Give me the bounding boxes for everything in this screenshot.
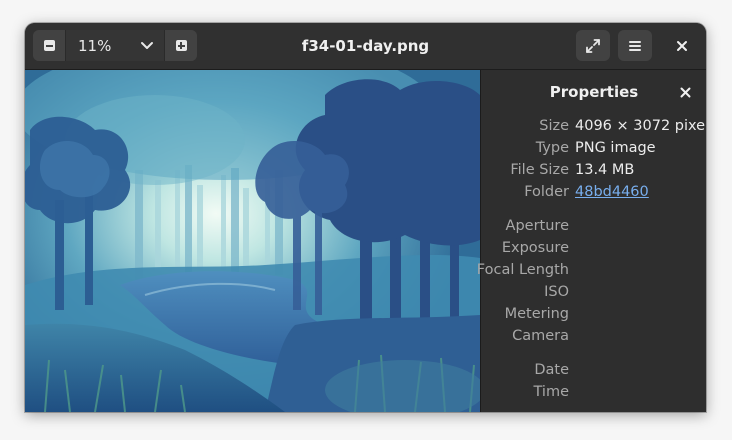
property-label: Focal Length bbox=[476, 262, 569, 278]
property-label: ISO bbox=[544, 284, 569, 300]
properties-close-button[interactable] bbox=[674, 81, 696, 103]
property-label: Date bbox=[534, 362, 569, 378]
zoom-out-icon bbox=[43, 40, 55, 51]
property-row-camera: Camera bbox=[481, 325, 706, 347]
property-label: Aperture bbox=[505, 218, 569, 234]
property-label: Folder bbox=[524, 184, 569, 200]
window-close-button[interactable] bbox=[666, 30, 698, 61]
property-row-type: Type PNG image bbox=[481, 137, 706, 159]
property-value: PNG image bbox=[575, 140, 656, 156]
property-value: 4096 × 3072 pixels bbox=[575, 118, 706, 134]
property-row-folder: Folder 48bd4460 bbox=[481, 181, 706, 203]
property-row-exposure: Exposure bbox=[481, 237, 706, 259]
fullscreen-button[interactable] bbox=[576, 30, 610, 61]
zoom-level-value: 11% bbox=[78, 36, 112, 55]
property-label: Camera bbox=[512, 328, 569, 344]
main-menu-button[interactable] bbox=[618, 30, 652, 61]
hamburger-menu-icon bbox=[629, 40, 641, 51]
close-icon bbox=[677, 40, 687, 51]
zoom-out-button[interactable] bbox=[33, 30, 65, 61]
property-row-time: Time bbox=[481, 381, 706, 403]
folder-link[interactable]: 48bd4460 bbox=[575, 181, 649, 203]
property-row-aperture: Aperture bbox=[481, 215, 706, 237]
zoom-in-button[interactable] bbox=[165, 30, 197, 61]
fullscreen-icon bbox=[586, 38, 600, 53]
property-row-size: Size 4096 × 3072 pixels bbox=[481, 115, 706, 137]
forest-wallpaper-image bbox=[25, 70, 480, 412]
zoom-level-dropdown[interactable]: 11% bbox=[66, 30, 164, 61]
zoom-control-group: 11% bbox=[33, 30, 197, 61]
properties-title: Properties bbox=[549, 83, 639, 101]
image-canvas[interactable] bbox=[25, 70, 480, 412]
property-row-focal-length: Focal Length bbox=[477, 259, 706, 281]
zoom-in-icon bbox=[175, 40, 187, 51]
properties-sidebar: Properties Size 4096 × 3072 pixels Type … bbox=[477, 70, 706, 412]
property-label: Metering bbox=[504, 306, 569, 322]
chevron-down-icon bbox=[141, 41, 153, 49]
property-row-metering: Metering bbox=[481, 303, 706, 325]
property-label: Exposure bbox=[501, 240, 569, 256]
property-label: File Size bbox=[510, 162, 569, 178]
close-icon bbox=[680, 87, 690, 97]
property-row-file-size: File Size 13.4 MB bbox=[481, 159, 706, 181]
property-value: 13.4 MB bbox=[575, 162, 635, 178]
property-row-iso: ISO bbox=[481, 281, 706, 303]
property-row-date: Date bbox=[481, 359, 706, 381]
image-viewer-window: 11% f34-01-day.png Properties Size 4096 … bbox=[25, 23, 706, 412]
property-label: Type bbox=[535, 140, 569, 156]
property-label: Time bbox=[533, 384, 570, 400]
header-bar: 11% f34-01-day.png bbox=[25, 23, 706, 70]
property-label: Size bbox=[539, 118, 569, 134]
